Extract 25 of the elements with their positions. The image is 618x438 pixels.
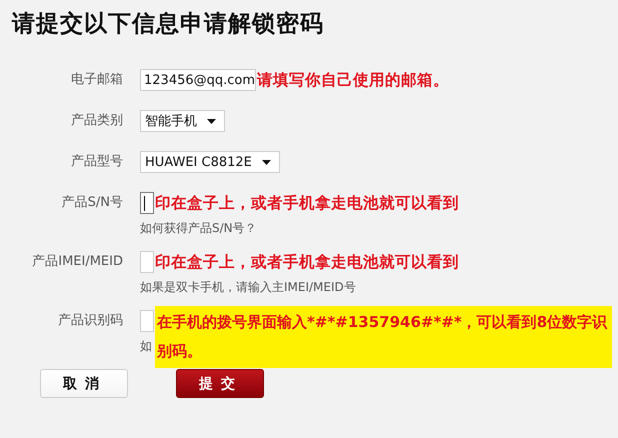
- hint-text: 如果是双卡手机，请输入主IMEI/MEID号: [140, 279, 356, 296]
- field-label: 产品S/N号: [60, 194, 123, 212]
- field-label: 产品IMEI/MEID: [31, 253, 123, 271]
- highlighted-annotation: 在手机的拨号界面输入*#*#1357946#*#*，可以看到8位数字识别码。: [155, 306, 612, 368]
- dropdown-arrow-icon: [207, 118, 216, 124]
- annotation-text: 印在盒子上，或者手机拿走电池就可以看到: [155, 252, 459, 272]
- annotation-text: 请填写你自己使用的邮箱。: [257, 70, 449, 90]
- hint-text: 如: [140, 338, 152, 355]
- hint-text: 如何获得产品S/N号？: [140, 220, 257, 237]
- annotation-text: 印在盒子上，或者手机拿走电池就可以看到: [155, 193, 459, 213]
- field-label: 电子邮箱: [70, 71, 123, 89]
- field-label: 产品型号: [70, 153, 123, 171]
- text-cursor: [144, 196, 145, 210]
- page-title: 请提交以下信息申请解锁密码: [12, 10, 325, 39]
- dropdown-arrow-icon: [262, 160, 271, 164]
- dropdown[interactable]: 智能手机: [140, 110, 225, 132]
- submit-button[interactable]: 提交: [176, 369, 264, 398]
- input-field[interactable]: [140, 192, 154, 214]
- input-field[interactable]: [140, 251, 154, 273]
- input-field[interactable]: [140, 310, 154, 332]
- dropdown[interactable]: HUAWEI C8812E: [140, 151, 280, 173]
- input-field[interactable]: 123456@qq.com: [140, 69, 256, 91]
- field-label: 产品类别: [70, 112, 123, 130]
- field-label: 产品识别码: [57, 312, 123, 330]
- cancel-button[interactable]: 取消: [40, 369, 128, 398]
